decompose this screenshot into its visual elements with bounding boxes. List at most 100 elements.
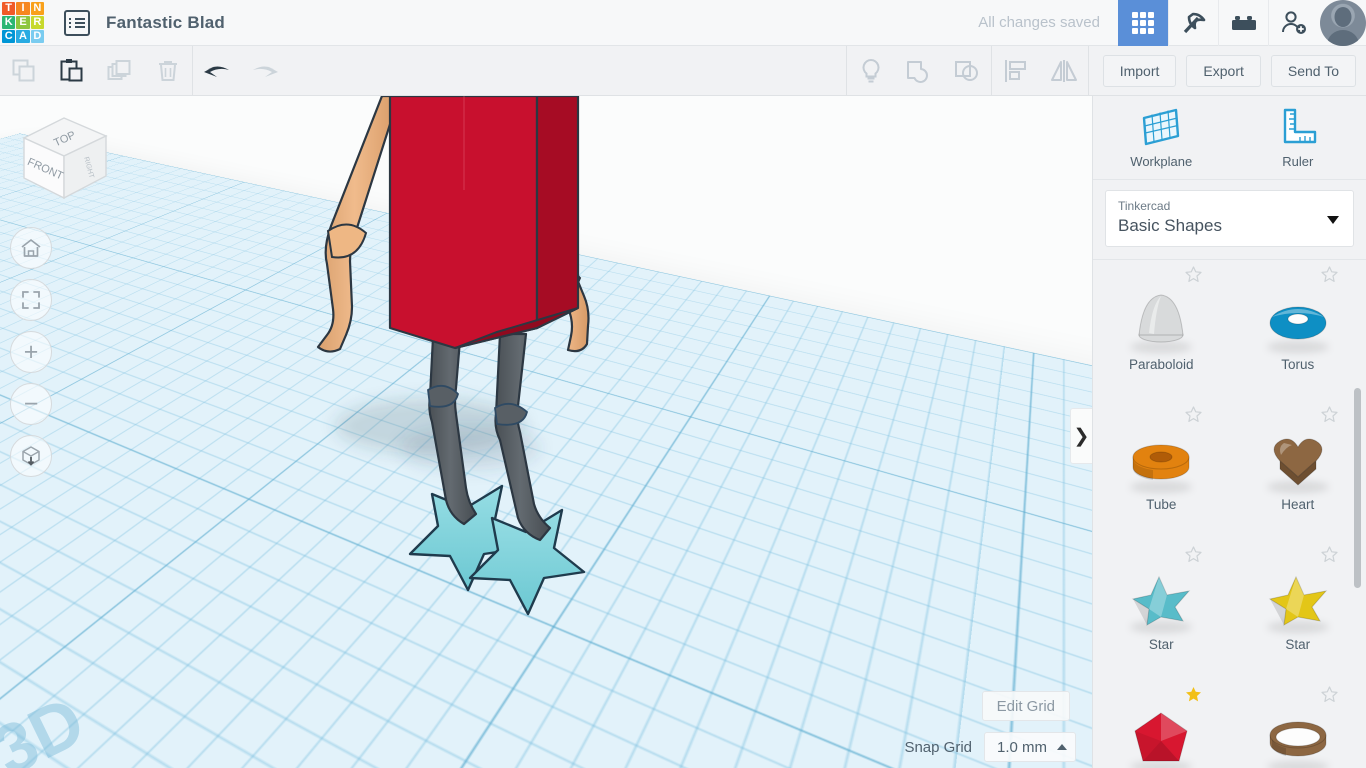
workplane-canvas[interactable]: 3D TOP FRONT RIGHT + − Edit Grid Snap Gr… (0, 96, 1092, 768)
ungroup-button[interactable] (943, 46, 991, 96)
grid-icon (1132, 11, 1154, 34)
shapes-panel: Workplane Ruler Tinkercad Basic Shapes P… (1092, 96, 1366, 768)
logo-tile-c: C (2, 30, 16, 44)
shape-tile[interactable]: Polyhedra (1093, 680, 1230, 768)
shape-label: Star (1148, 636, 1174, 652)
favorite-star-icon[interactable] (1321, 546, 1338, 563)
mirror-button[interactable] (1040, 46, 1088, 96)
shape-tile[interactable]: Ring (1230, 680, 1366, 768)
shape-label: Paraboloid (1128, 356, 1194, 372)
favorite-star-filled-icon[interactable] (1185, 686, 1202, 703)
snap-grid-row: Snap Grid 1.0 mm (904, 732, 1076, 762)
shape-thumbnail (1121, 289, 1201, 353)
workplane-icon (1143, 108, 1180, 146)
shape-thumbnail (1258, 429, 1338, 493)
align-button[interactable] (992, 46, 1040, 96)
mirror-icon (1050, 59, 1077, 82)
paste-icon (60, 58, 83, 81)
panel-tool-row: Workplane Ruler (1093, 96, 1366, 180)
send-to-button[interactable]: Send To (1270, 54, 1356, 87)
import-button[interactable]: Import (1102, 54, 1177, 87)
chevron-up-icon (1057, 744, 1067, 750)
logo-tile-e: E (16, 15, 30, 30)
panel-collapse-button[interactable]: ❯ (1070, 408, 1092, 464)
shape-library-dropdown[interactable]: Tinkercad Basic Shapes (1105, 190, 1354, 247)
top-bar: TINKERCAD Fantastic Blad All changes sav… (0, 0, 1366, 46)
edit-grid-button[interactable]: Edit Grid (981, 691, 1070, 721)
duplicate-button[interactable] (96, 46, 144, 96)
chevron-down-icon (1327, 215, 1339, 224)
edit-toolbar: Import Export Send To (0, 45, 1366, 96)
shape-thumbnail (1121, 569, 1201, 633)
shape-tile[interactable]: Star (1230, 540, 1366, 680)
library-collection: Basic Shapes (1118, 216, 1222, 235)
view-cube[interactable]: TOP FRONT RIGHT (14, 110, 114, 210)
fit-to-view-button[interactable] (10, 279, 52, 321)
notes-button[interactable] (847, 46, 895, 96)
logo-tile-t: T (2, 1, 16, 15)
logo-tile-n: N (30, 1, 44, 15)
group-button[interactable] (895, 46, 943, 96)
export-button[interactable]: Export (1186, 54, 1261, 87)
undo-button[interactable] (193, 46, 241, 96)
shape-thumbnail (1258, 709, 1338, 768)
perspective-toggle-icon (22, 446, 40, 466)
toolbar-divider-4 (1087, 45, 1089, 96)
shape-label: Tube (1146, 496, 1177, 512)
page-title: Fantastic Blad (106, 12, 225, 32)
codeblocks-button[interactable] (1168, 0, 1218, 46)
ruler-tool[interactable]: Ruler (1230, 96, 1366, 179)
logo-tile-i: I (16, 1, 30, 15)
avatar[interactable] (1320, 0, 1366, 46)
shape-tile[interactable]: Star (1093, 540, 1230, 680)
shape-label: Heart (1281, 496, 1315, 512)
shape-gallery[interactable]: Paraboloid Torus Tube Heart Star Star (1093, 259, 1366, 768)
favorite-star-icon[interactable] (1321, 266, 1338, 283)
tinkercad-logo[interactable]: TINKERCAD (0, 0, 46, 46)
trash-icon (159, 60, 177, 81)
shape-tile[interactable]: Heart (1230, 400, 1366, 540)
home-icon (21, 239, 41, 257)
home-view-button[interactable] (10, 227, 52, 269)
library-owner: Tinkercad (1118, 199, 1171, 213)
zoom-out-button[interactable]: − (10, 383, 52, 425)
redo-button[interactable] (241, 46, 289, 96)
copy-button[interactable] (0, 46, 48, 96)
favorite-star-icon[interactable] (1184, 266, 1202, 283)
snap-grid-select[interactable]: 1.0 mm (984, 732, 1076, 762)
paste-button[interactable] (48, 46, 96, 96)
favorite-star-icon[interactable] (1184, 406, 1202, 423)
favorite-star-icon[interactable] (1321, 406, 1338, 423)
favorite-star-icon[interactable] (1321, 686, 1338, 703)
brick-icon (1231, 15, 1256, 30)
blocks-button[interactable] (1218, 0, 1268, 46)
delete-button[interactable] (144, 46, 192, 96)
snap-grid-value: 1.0 mm (997, 738, 1048, 756)
group-icon (906, 60, 928, 83)
zoom-in-button[interactable]: + (10, 331, 52, 373)
logo-tile-d: D (30, 30, 44, 44)
workplane-grid (0, 96, 1092, 768)
logo-tile-a: A (16, 30, 30, 44)
workplane-tool[interactable]: Workplane (1093, 96, 1230, 179)
favorite-star-icon[interactable] (1184, 546, 1202, 563)
lightbulb-icon (862, 58, 880, 82)
pickaxe-icon (1183, 12, 1205, 33)
zoom-in-label: + (23, 337, 39, 366)
project-list-icon[interactable] (64, 9, 90, 36)
workplane-tool-label: Workplane (1130, 154, 1193, 169)
gallery-button[interactable] (1118, 0, 1168, 46)
shape-tile[interactable]: Tube (1093, 400, 1230, 540)
align-icon (1004, 59, 1026, 82)
invite-button[interactable] (1268, 0, 1318, 46)
add-person-icon (1281, 10, 1306, 34)
shape-thumbnail (1258, 289, 1338, 353)
shape-label: Star (1285, 636, 1311, 652)
shape-thumbnail (1121, 429, 1201, 493)
panel-scrollbar[interactable] (1354, 388, 1361, 588)
redo-arrow-icon (253, 65, 278, 77)
shape-tile[interactable]: Paraboloid (1093, 260, 1230, 400)
copy-icon (12, 59, 35, 81)
perspective-toggle-button[interactable] (10, 435, 52, 477)
shape-tile[interactable]: Torus (1230, 260, 1366, 400)
